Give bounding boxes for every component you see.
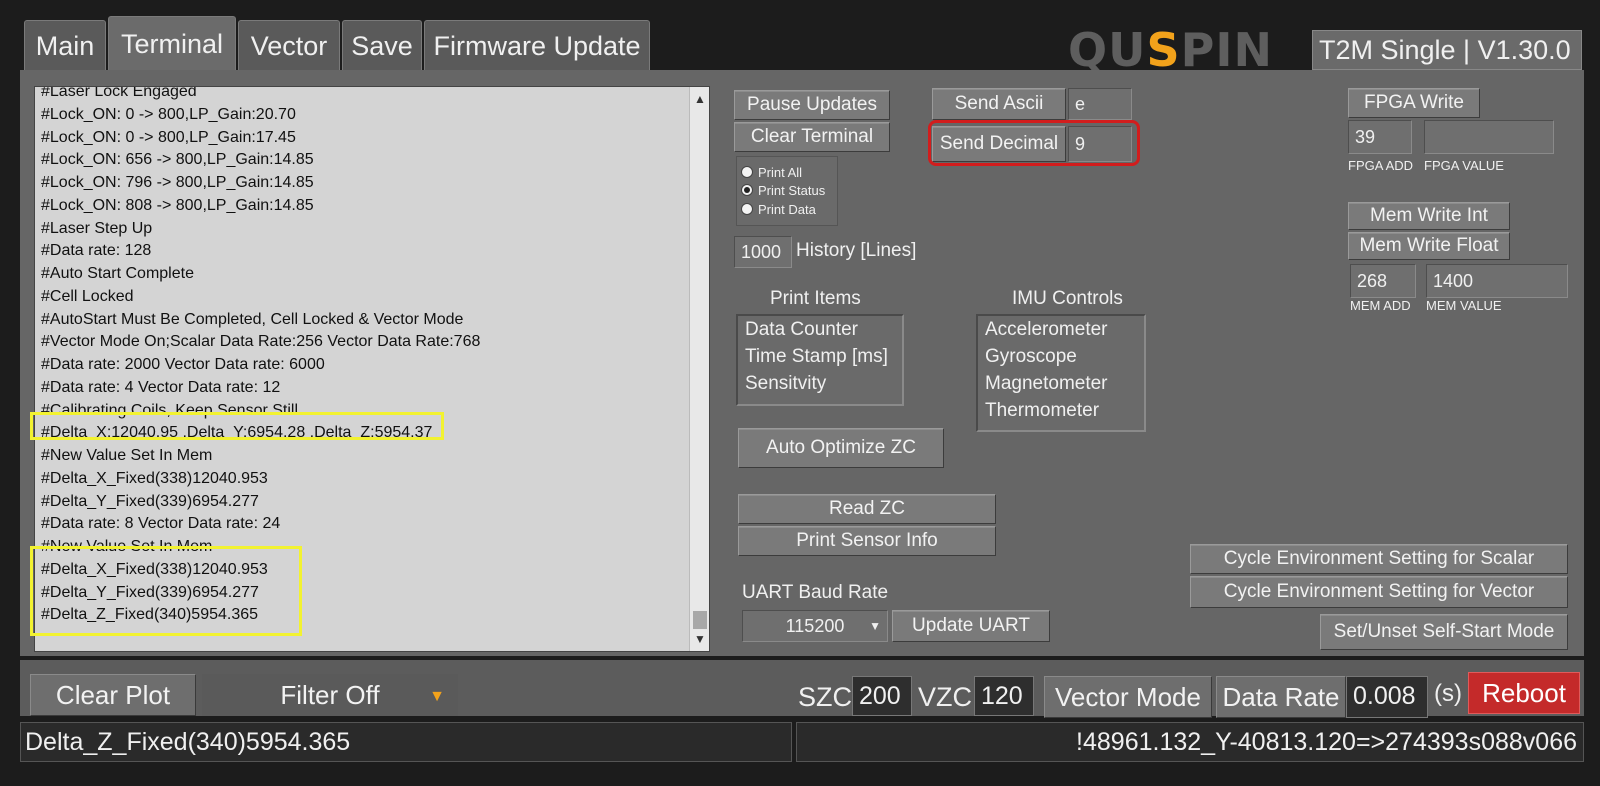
radio-print-all[interactable]: Print All: [741, 163, 802, 181]
mem-add-input[interactable]: 268: [1350, 264, 1416, 298]
terminal-line: #Data rate: 2000 Vector Data rate: 6000: [41, 356, 325, 373]
uart-baud-label: UART Baud Rate: [742, 582, 889, 603]
mem-value-input[interactable]: 1400: [1426, 264, 1568, 298]
cycle-env-vector-button[interactable]: Cycle Environment Setting for Vector: [1190, 576, 1568, 608]
auto-optimize-zc-button[interactable]: Auto Optimize ZC: [738, 428, 944, 468]
highlight-send-decimal: [928, 120, 1140, 166]
filter-select[interactable]: Filter Off ▼: [202, 674, 458, 716]
print-mode-radio-group: Print All Print Status Print Data: [736, 156, 838, 226]
terminal-line: #Vector Mode On;Scalar Data Rate:256 Vec…: [41, 333, 481, 351]
list-item[interactable]: Magnetometer: [978, 370, 1144, 397]
tab-main[interactable]: Main: [24, 20, 106, 70]
data-rate-unit: (s): [1434, 680, 1462, 707]
terminal-line: #Laser Lock Engaged: [41, 86, 197, 100]
version-label: T2M Single | V1.30.0: [1312, 30, 1582, 70]
terminal-line: #Lock_ON: 0 -> 800,LP_Gain:17.45: [41, 128, 296, 146]
tab-firmware-update[interactable]: Firmware Update: [424, 20, 650, 70]
tab-save[interactable]: Save: [342, 20, 422, 70]
terminal-line: #New Value Set In Mem: [41, 447, 213, 464]
terminal-line: #Lock_ON: 796 -> 800,LP_Gain:14.85: [41, 174, 314, 191]
scroll-thumb[interactable]: [693, 611, 707, 629]
list-item[interactable]: Sensitvity: [738, 370, 902, 397]
fpga-value-label: FPGA VALUE: [1424, 158, 1504, 173]
terminal-scrollbar[interactable]: ▲ ▼: [689, 87, 709, 651]
list-item[interactable]: Thermometer: [978, 397, 1144, 424]
radio-print-data[interactable]: Print Data: [741, 200, 816, 218]
terminal-line: #Auto Start Complete: [41, 265, 194, 282]
szc-input[interactable]: 200: [852, 676, 912, 716]
list-item[interactable]: Data Counter: [738, 316, 902, 343]
terminal-line: #Delta_X_Fixed(338)12040.953: [41, 469, 268, 487]
status-left: Delta_Z_Fixed(340)5954.365: [20, 722, 792, 762]
vzc-input[interactable]: 120: [974, 676, 1034, 716]
vzc-label: VZC: [918, 682, 972, 712]
mem-add-label: MEM ADD: [1350, 298, 1411, 313]
self-start-mode-button[interactable]: Set/Unset Self-Start Mode: [1320, 614, 1568, 650]
clear-terminal-button[interactable]: Clear Terminal: [734, 122, 890, 152]
list-item[interactable]: Gyroscope: [978, 343, 1144, 370]
radio-print-status[interactable]: Print Status: [741, 181, 825, 199]
terminal-line: #Lock_ON: 808 -> 800,LP_Gain:14.85: [41, 196, 314, 214]
imu-controls-list[interactable]: Accelerometer Gyroscope Magnetometer The…: [976, 314, 1146, 432]
print-items-list[interactable]: Data Counter Time Stamp [ms] Sensitvity: [736, 314, 904, 406]
data-rate-input[interactable]: 0.008: [1346, 676, 1428, 718]
szc-label: SZC: [798, 682, 852, 712]
history-lines-input[interactable]: 1000: [734, 236, 792, 268]
imu-controls-title: IMU Controls: [1012, 288, 1123, 309]
data-rate-button[interactable]: Data Rate: [1216, 676, 1346, 718]
clear-plot-button[interactable]: Clear Plot: [30, 674, 196, 716]
mem-write-float-button[interactable]: Mem Write Float: [1348, 232, 1510, 260]
reboot-button[interactable]: Reboot: [1468, 672, 1580, 714]
chevron-down-icon: ▼: [429, 688, 445, 705]
ascii-input[interactable]: e: [1068, 88, 1132, 120]
terminal-line: #Data rate: 4 Vector Data rate: 12: [41, 378, 281, 396]
print-items-title: Print Items: [770, 288, 861, 309]
cycle-env-scalar-button[interactable]: Cycle Environment Setting for Scalar: [1190, 544, 1568, 574]
scroll-up-icon[interactable]: ▲: [690, 89, 709, 109]
terminal-line: #Laser Step Up: [41, 219, 153, 237]
fpga-add-input[interactable]: 39: [1348, 120, 1412, 154]
terminal-line: #Data rate: 8 Vector Data rate: 24: [41, 515, 281, 533]
print-sensor-info-button[interactable]: Print Sensor Info: [738, 526, 996, 556]
fpga-write-button[interactable]: FPGA Write: [1348, 88, 1480, 118]
terminal-line: #Lock_ON: 656 -> 800,LP_Gain:14.85: [41, 151, 314, 169]
read-zc-button[interactable]: Read ZC: [738, 494, 996, 524]
tab-vector[interactable]: Vector: [238, 20, 340, 70]
list-item[interactable]: Time Stamp [ms]: [738, 343, 902, 370]
terminal-line: #AutoStart Must Be Completed, Cell Locke…: [41, 310, 464, 328]
chevron-down-icon: ▼: [869, 619, 881, 633]
terminal-line: #Cell Locked: [41, 287, 134, 305]
scroll-down-icon[interactable]: ▼: [690, 629, 709, 649]
terminal-line: #Data rate: 128: [41, 242, 152, 260]
fpga-value-input[interactable]: [1424, 120, 1554, 154]
uart-baud-select[interactable]: 115200 ▼: [742, 610, 888, 642]
quspin-logo: QUSPIN: [1068, 23, 1273, 77]
tab-terminal[interactable]: Terminal: [108, 16, 236, 72]
send-ascii-button[interactable]: Send Ascii: [932, 88, 1066, 120]
mem-write-int-button[interactable]: Mem Write Int: [1348, 202, 1510, 230]
fpga-add-label: FPGA ADD: [1348, 158, 1414, 173]
status-right: !48961.132_Y-40813.120=>274393s088v066: [796, 722, 1584, 762]
mem-value-label: MEM VALUE: [1426, 298, 1502, 313]
highlight-fixed-lines: [30, 546, 302, 636]
terminal-line: #Lock_ON: 0 -> 800,LP_Gain:20.70: [41, 105, 296, 123]
vector-mode-button[interactable]: Vector Mode: [1044, 676, 1212, 718]
update-uart-button[interactable]: Update UART: [892, 610, 1050, 642]
highlight-delta-line: [30, 412, 444, 440]
history-lines-label: History [Lines]: [796, 240, 917, 261]
terminal-line: #Delta_Y_Fixed(339)6954.277: [41, 492, 259, 510]
pause-updates-button[interactable]: Pause Updates: [734, 90, 890, 120]
list-item[interactable]: Accelerometer: [978, 316, 1144, 343]
